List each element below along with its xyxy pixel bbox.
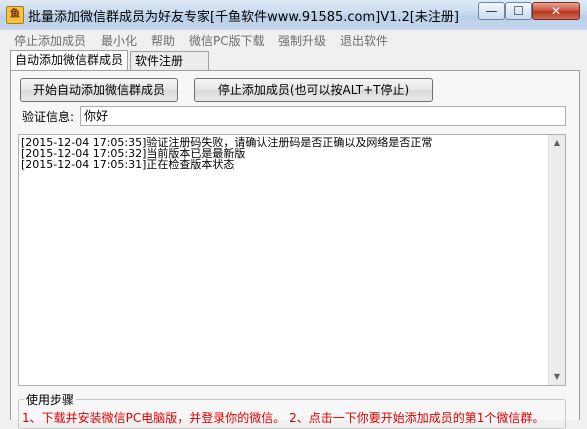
menu-minimize[interactable]: 最小化	[101, 32, 137, 49]
maximize-button[interactable]: ☐	[505, 2, 532, 20]
menu-exit[interactable]: 退出软件	[340, 32, 388, 49]
menu-help[interactable]: 帮助	[151, 32, 175, 49]
usage-steps-text: 1、下载并安装微信PC电脑版，并登录你的微信。 2、点击一下你要开始添加成员的第…	[22, 411, 545, 425]
minimize-button[interactable]: —	[478, 2, 505, 20]
menu-stop-adding[interactable]: 停止添加成员	[14, 32, 86, 49]
scroll-down-arrow-icon[interactable]: ▼	[549, 369, 565, 385]
close-button[interactable]: ✕	[532, 2, 580, 20]
start-adding-button[interactable]: 开始自动添加微信群成员	[20, 78, 178, 102]
menu-force-upgrade[interactable]: 强制升级	[278, 32, 326, 49]
stop-adding-button[interactable]: 停止添加成员(也可以按ALT+T停止)	[194, 78, 433, 102]
title-bar[interactable]: 鱼 批量添加微信群成员为好友专家[千鱼软件www.91585.com]V1.2[…	[0, 0, 587, 31]
menu-wechat-pc-download[interactable]: 微信PC版下载	[189, 32, 265, 49]
log-line: [2015-12-04 17:05:31]正在检查版本状态	[21, 158, 235, 171]
verify-label: 验证信息:	[22, 110, 75, 124]
verify-input[interactable]: 你好	[80, 106, 566, 126]
log-lines: [2015-12-04 17:05:35]验证注册码失败，请确认注册码是否正确以…	[21, 137, 432, 170]
usage-steps-title: 使用步骤	[24, 391, 77, 408]
scroll-up-arrow-icon[interactable]: ▲	[549, 135, 565, 151]
tab-software-register[interactable]: 软件注册	[130, 51, 209, 70]
menu-bar: 停止添加成员 最小化 帮助 微信PC版下载 强制升级 退出软件	[0, 30, 587, 50]
log-textarea[interactable]: [2015-12-04 17:05:35]验证注册码失败，请确认注册码是否正确以…	[18, 134, 566, 386]
window-title: 批量添加微信群成员为好友专家[千鱼软件www.91585.com]V1.2[未注…	[28, 10, 459, 25]
log-scrollbar[interactable]: ▲ ▼	[548, 135, 565, 385]
app-icon: 鱼	[6, 6, 24, 24]
tab-auto-add-members[interactable]: 自动添加微信群成员	[10, 50, 128, 70]
